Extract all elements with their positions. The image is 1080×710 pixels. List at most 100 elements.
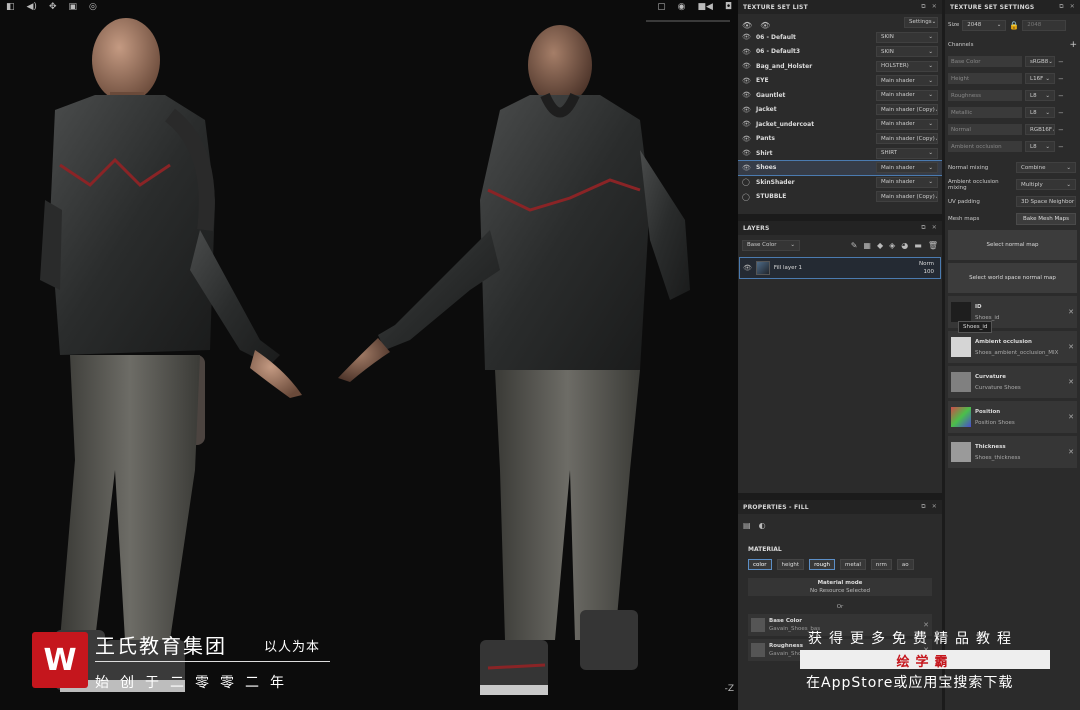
add-effect-icon[interactable]: ✎ bbox=[851, 241, 858, 250]
eye-icon[interactable]: 👁 bbox=[742, 21, 752, 30]
texture-set-row[interactable]: 👁 06 - Default SKIN ⌄ bbox=[738, 30, 942, 45]
float-icon[interactable]: ⧉ bbox=[1059, 3, 1063, 11]
lock-icon[interactable]: 🔒 bbox=[1009, 21, 1019, 30]
fill-tab-icon[interactable]: ▤ bbox=[743, 521, 751, 530]
mesh-map-slot-ao[interactable]: Ambient occlusion Shoes_ambient_occlusion… bbox=[948, 331, 1077, 363]
texture-set-row[interactable]: ◯STUBBLEMain shader (Copy)⌄ bbox=[738, 190, 942, 205]
texture-set-row[interactable]: 👁 Bag_and_Holster HOLSTER) ⌄ bbox=[738, 59, 942, 74]
texture-set-row[interactable]: 👁 Shirt SHIRT ⌄ bbox=[738, 146, 942, 161]
texture-set-row[interactable]: 👁JacketMain shader (Copy)⌄ bbox=[738, 103, 942, 118]
format-dropdown[interactable]: L16F ⌄ bbox=[1025, 73, 1055, 84]
eye-icon[interactable]: 👁 bbox=[742, 77, 756, 85]
add-layer-icon[interactable]: ◈ bbox=[889, 241, 895, 250]
remove-icon[interactable]: − bbox=[1058, 143, 1064, 151]
eye-icon[interactable]: 👁 bbox=[742, 164, 756, 172]
shader-dropdown[interactable]: SKIN ⌄ bbox=[876, 31, 938, 43]
size-dropdown[interactable]: 2048 ⌄ bbox=[962, 19, 1007, 31]
select-ws-normal-map-button[interactable]: Select world space normal map bbox=[948, 263, 1077, 293]
format-dropdown[interactable]: L8 ⌄ bbox=[1025, 141, 1055, 152]
shader-dropdown[interactable]: Main shader ⌄ bbox=[876, 75, 938, 87]
eye-icon[interactable]: 👁 bbox=[742, 91, 756, 99]
channel-chip-nrm[interactable]: nrm bbox=[870, 559, 892, 570]
eye-icon[interactable]: 👁 bbox=[742, 33, 756, 41]
material-mode-slot[interactable]: Material mode No Resource Selected bbox=[748, 578, 932, 596]
settings-dropdown[interactable]: Settings ⌄ bbox=[904, 16, 938, 28]
uv-padding-dropdown[interactable]: 3D Space Neighbor⌄ bbox=[1016, 196, 1076, 207]
clear-icon[interactable]: ✕ bbox=[1068, 308, 1074, 316]
layer-opacity[interactable]: 100 bbox=[924, 269, 935, 275]
layer-row[interactable]: 👁 Fill layer 1 Norm 100 bbox=[739, 257, 941, 279]
mesh-map-slot-position[interactable]: Position Position Shoes ✕ bbox=[948, 401, 1077, 433]
material-tab-icon[interactable]: ◐ bbox=[759, 521, 766, 530]
delete-icon[interactable]: 🗑 bbox=[928, 241, 938, 250]
ao-mixing-dropdown[interactable]: Multiply ⌄ bbox=[1016, 179, 1076, 190]
texture-set-row-selected[interactable]: 👁 Shoes Main shader ⌄ bbox=[738, 159, 942, 176]
shader-dropdown[interactable]: Main shader ⌄ bbox=[876, 176, 938, 188]
remove-icon[interactable]: − bbox=[1058, 109, 1064, 117]
add-channel-icon[interactable]: + bbox=[1069, 40, 1077, 50]
shader-dropdown[interactable]: Main shader (Copy)⌄ bbox=[876, 104, 938, 116]
format-dropdown[interactable]: L8 ⌄ bbox=[1025, 90, 1055, 101]
close-icon[interactable]: ✕ bbox=[1070, 3, 1075, 11]
channel-chip-ao[interactable]: ao bbox=[896, 559, 914, 570]
float-icon[interactable]: ⧉ bbox=[921, 3, 925, 11]
eye-icon[interactable]: 👁 bbox=[760, 21, 770, 30]
add-fill-layer-icon[interactable]: ◆ bbox=[877, 241, 883, 250]
shader-dropdown[interactable]: Main shader ⌄ bbox=[876, 118, 938, 130]
channel-dropdown[interactable]: Base Color ⌄ bbox=[742, 239, 800, 251]
clear-icon[interactable]: ✕ bbox=[1068, 343, 1074, 351]
texture-set-row[interactable]: 👁 Gauntlet Main shader ⌄ bbox=[738, 88, 942, 103]
shader-dropdown[interactable]: HOLSTER) ⌄ bbox=[876, 60, 938, 72]
eye-icon[interactable]: 👁 bbox=[742, 106, 756, 114]
texture-set-row[interactable]: 👁 06 - Default3 SKIN ⌄ bbox=[738, 45, 942, 60]
eye-icon[interactable]: 👁 bbox=[742, 120, 756, 128]
remove-icon[interactable]: − bbox=[1058, 75, 1064, 83]
add-mask-icon[interactable]: ▦ bbox=[863, 241, 871, 250]
close-icon[interactable]: ✕ bbox=[932, 503, 937, 511]
bake-mesh-maps-button[interactable]: Bake Mesh Maps bbox=[1016, 212, 1076, 225]
channel-chip-height[interactable]: height bbox=[776, 559, 805, 570]
shader-dropdown[interactable]: Main shader ⌄ bbox=[876, 89, 938, 101]
float-icon[interactable]: ⧉ bbox=[921, 503, 925, 511]
remove-icon[interactable]: − bbox=[1058, 58, 1064, 66]
close-icon[interactable]: ✕ bbox=[932, 3, 937, 11]
eye-icon[interactable]: 👁 bbox=[742, 62, 756, 70]
remove-icon[interactable]: − bbox=[1058, 126, 1064, 134]
texture-set-row[interactable]: 👁 EYE Main shader ⌄ bbox=[738, 74, 942, 89]
texture-set-row[interactable]: 👁 Jacket_undercoat Main shader ⌄ bbox=[738, 117, 942, 132]
format-dropdown[interactable]: L8 ⌄ bbox=[1025, 107, 1055, 118]
remove-icon[interactable]: − bbox=[1058, 92, 1064, 100]
eye-off-icon[interactable]: ◯ bbox=[742, 193, 756, 201]
clear-icon[interactable]: ✕ bbox=[1068, 378, 1074, 386]
eye-icon[interactable]: 👁 bbox=[742, 48, 756, 56]
eye-off-icon[interactable]: ◯ bbox=[742, 178, 756, 186]
add-folder-icon[interactable]: ▬ bbox=[914, 241, 922, 250]
shader-dropdown[interactable]: Main shader (Copy)⌄ bbox=[876, 133, 938, 145]
eye-icon[interactable]: 👁 bbox=[742, 135, 756, 143]
channel-chip-metal[interactable]: metal bbox=[840, 559, 866, 570]
format-dropdown[interactable]: RGB16F⌄ bbox=[1025, 124, 1055, 135]
size-dropdown-2[interactable]: 2048 bbox=[1022, 19, 1067, 31]
shader-dropdown[interactable]: Main shader ⌄ bbox=[876, 162, 938, 174]
3d-viewport[interactable]: ◧ ◀) ✥ ▣ ◎ ▢ ◉ ■◀ ◘ -Z bbox=[0, 0, 738, 710]
texture-set-row[interactable]: 👁PantsMain shader (Copy)⌄ bbox=[738, 132, 942, 147]
select-normal-map-button[interactable]: Select normal map bbox=[948, 230, 1077, 260]
shader-dropdown[interactable]: SHIRT ⌄ bbox=[876, 147, 938, 159]
normal-mixing-dropdown[interactable]: Combine ⌄ bbox=[1016, 162, 1076, 173]
mesh-map-slot-thickness[interactable]: Thickness Shoes_thickness ✕ bbox=[948, 436, 1077, 468]
shader-dropdown[interactable]: Main shader (Copy)⌄ bbox=[876, 191, 938, 203]
mesh-map-slot-curvature[interactable]: Curvature Curvature Shoes ✕ bbox=[948, 366, 1077, 398]
channel-chip-rough[interactable]: rough bbox=[809, 559, 836, 570]
format-dropdown[interactable]: sRGB8 ⌄ bbox=[1025, 56, 1055, 67]
shader-dropdown[interactable]: SKIN ⌄ bbox=[876, 46, 938, 58]
eye-icon[interactable]: 👁 bbox=[743, 264, 752, 272]
blend-mode[interactable]: Norm bbox=[919, 261, 934, 267]
add-smart-material-icon[interactable]: ◕ bbox=[901, 241, 908, 250]
eye-icon[interactable]: 👁 bbox=[742, 149, 756, 157]
clear-icon[interactable]: ✕ bbox=[1068, 448, 1074, 456]
clear-icon[interactable]: ✕ bbox=[1068, 413, 1074, 421]
float-icon[interactable]: ⧉ bbox=[921, 224, 925, 232]
texture-set-row[interactable]: ◯ SkinShader Main shader ⌄ bbox=[738, 175, 942, 190]
channel-chip-color[interactable]: color bbox=[748, 559, 772, 570]
close-icon[interactable]: ✕ bbox=[932, 224, 937, 232]
